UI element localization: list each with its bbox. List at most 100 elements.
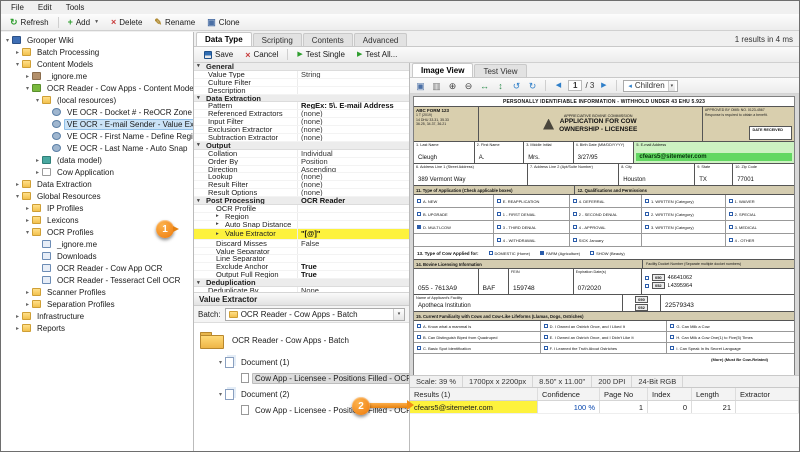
property-row-exclusion-extractor[interactable]: Exclusion Extractor(none)	[194, 126, 409, 134]
tree-expander[interactable]: ▾	[23, 85, 32, 92]
tab-test-view[interactable]: Test View	[474, 64, 526, 77]
property-value[interactable]: (none)	[298, 181, 409, 188]
cancel-button[interactable]: ×Cancel	[239, 49, 284, 60]
tab-image-view[interactable]: Image View	[412, 63, 473, 77]
property-value[interactable]: (none)	[298, 134, 409, 141]
tab-contents[interactable]: Contents	[303, 33, 353, 46]
property-row-value-separator[interactable]: Value Separator	[194, 248, 409, 256]
property-value[interactable]: Individual	[298, 150, 409, 157]
zoom-in-icon[interactable]: ⊕	[446, 80, 459, 92]
column-header-confidence[interactable]: Confidence	[538, 388, 600, 400]
tree-item-scanner-profiles[interactable]: ▸Scanner Profiles	[1, 286, 193, 298]
test-single-button[interactable]: ▶Test Single	[291, 49, 351, 60]
property-value[interactable]	[298, 79, 409, 86]
property-row-line-separator[interactable]: Line Separator	[194, 255, 409, 263]
rotate-right-icon[interactable]: ↻	[526, 80, 539, 92]
property-value[interactable]: Ascending	[298, 166, 409, 173]
property-row-ocr-profile[interactable]: OCR Profile	[194, 205, 409, 213]
tree-item-ignore-me[interactable]: ▸_ignore.me	[1, 70, 193, 82]
property-row-direction[interactable]: DirectionAscending	[194, 166, 409, 174]
tree-item-ve-ocr-e-mail-sender-value-extractor[interactable]: VE OCR - E-mail Sender - Value Extractor	[1, 118, 193, 130]
fit-width-icon[interactable]: ↔	[478, 80, 491, 92]
tree-expander[interactable]: ▾	[3, 37, 12, 44]
tree-expander[interactable]: ▾	[13, 193, 22, 200]
batch-tree-item-document-2[interactable]: ▾Document (2)	[200, 385, 409, 403]
property-value[interactable]: Position	[298, 158, 409, 165]
property-row-exclude-anchor[interactable]: Exclude AnchorTrue	[194, 263, 409, 271]
property-row-input-filter[interactable]: Input Filter(none)	[194, 118, 409, 126]
property-value[interactable]	[298, 87, 409, 94]
property-row-pattern[interactable]: PatternRegEx: 5\. E-mail Address	[194, 102, 409, 110]
property-row-subtraction-extractor[interactable]: Subtraction Extractor(none)	[194, 134, 409, 142]
tree-expander[interactable]: ▸	[13, 49, 22, 56]
column-header-index[interactable]: Index	[648, 388, 692, 400]
menu-item-file[interactable]: File	[4, 2, 31, 13]
property-value[interactable]	[298, 205, 409, 212]
tree-expander[interactable]: ▸	[33, 169, 42, 176]
next-page-button[interactable]: ▶	[597, 80, 610, 92]
property-row-auto-snap-distance[interactable]: ▸Auto Snap Distance	[194, 221, 409, 229]
property-category-post-processing[interactable]: ▾Post ProcessingOCR Reader	[194, 197, 409, 205]
rename-button[interactable]: ✎Rename	[148, 17, 201, 28]
prev-child-icon[interactable]: ◂	[628, 82, 632, 90]
tree-expander[interactable]: ▾	[33, 97, 42, 104]
tree-item-ve-ocr-first-name-define-region[interactable]: VE OCR - First Name - Define Region	[1, 130, 193, 142]
property-value[interactable]	[298, 255, 409, 262]
property-category-general[interactable]: ▾General	[194, 63, 409, 71]
tree-expander[interactable]: ▸	[13, 325, 22, 332]
property-value[interactable]: (none)	[298, 110, 409, 117]
tree-item-data-model[interactable]: ▸(data model)	[1, 154, 193, 166]
tree-item-data-extraction[interactable]: ▸Data Extraction	[1, 178, 193, 190]
tree-expander[interactable]: ▾	[216, 391, 225, 398]
property-row-result-options[interactable]: Result Options(none)	[194, 189, 409, 197]
property-value[interactable]: (none)	[298, 173, 409, 180]
column-header-extractor[interactable]: Extractor	[736, 388, 799, 400]
tree-item-ignore-me[interactable]: _ignore.me	[1, 238, 193, 250]
document-viewport[interactable]: PERSONALLY IDENTIFIABLE INFORMATION - WI…	[410, 94, 799, 375]
tree-item-cow-application[interactable]: ▸Cow Application	[1, 166, 193, 178]
property-value[interactable]: True	[298, 271, 409, 278]
property-row-result-filter[interactable]: Result Filter(none)	[194, 181, 409, 189]
tree-item-infrastructure[interactable]: ▸Infrastructure	[1, 310, 193, 322]
property-row-order-by[interactable]: Order ByPosition	[194, 158, 409, 166]
property-value[interactable]	[298, 221, 409, 228]
tree-expander[interactable]: ▸	[23, 73, 32, 80]
tree-expander[interactable]: ▸	[23, 205, 32, 212]
tree-item-downloads[interactable]: Downloads	[1, 250, 193, 262]
batch-tree-item-cow-app-licensee-positions-filled-ocra-pdf[interactable]: Cow App - Licensee - Positions Filled - …	[200, 371, 409, 385]
property-value[interactable]: (none)	[298, 118, 409, 125]
property-row-value-extractor[interactable]: ▸Value Extractor"[@]"	[194, 229, 409, 240]
test-all-button[interactable]: ▶Test All...	[351, 49, 403, 60]
tree-expander[interactable]: ▾	[13, 61, 22, 68]
property-row-referenced-extractors[interactable]: Referenced Extractors(none)	[194, 110, 409, 118]
tree-item-ocr-reader-cow-apps-content-model[interactable]: ▾OCR Reader - Cow Apps - Content Model	[1, 82, 193, 94]
previous-page-button[interactable]: ◀	[552, 80, 565, 92]
tree-item-ve-ocr-docket-reocr-zone[interactable]: VE OCR - Docket # - ReOCR Zone	[1, 106, 193, 118]
tab-advanced[interactable]: Advanced	[354, 33, 408, 46]
save-image-icon[interactable]: ▣	[414, 80, 427, 92]
property-row-value-type[interactable]: Value TypeString	[194, 71, 409, 79]
property-value[interactable]: False	[298, 240, 409, 247]
tree-expander[interactable]: ▾	[23, 229, 32, 236]
tree-item-ip-profiles[interactable]: ▸IP Profiles	[1, 202, 193, 214]
rotate-left-icon[interactable]: ↺	[510, 80, 523, 92]
column-header-page-no[interactable]: Page No	[600, 388, 648, 400]
batch-tree-item-ocr-reader-cow-apps-batch[interactable]: OCR Reader - Cow Apps - Batch	[200, 327, 409, 353]
tree-expander[interactable]: ▸	[33, 157, 42, 164]
property-row-collation[interactable]: CollationIndividual	[194, 150, 409, 158]
batch-selector[interactable]: OCR Reader - Cow Apps - Batch ▾	[225, 308, 405, 321]
children-selector[interactable]: ◂Children▾	[623, 80, 678, 92]
tree-item-separation-profiles[interactable]: ▸Separation Profiles	[1, 298, 193, 310]
chevron-down-icon[interactable]: ▾	[393, 309, 404, 320]
column-header-length[interactable]: Length	[692, 388, 736, 400]
tree-item-grooper-wiki[interactable]: ▾Grooper Wiki	[1, 34, 193, 46]
property-row-culture-filter[interactable]: Culture Filter	[194, 79, 409, 87]
property-category-output[interactable]: ▾Output	[194, 142, 409, 150]
tree-expander[interactable]: ▸	[13, 313, 22, 320]
copy-image-icon[interactable]: ▥	[430, 80, 443, 92]
property-value[interactable]: (none)	[298, 126, 409, 133]
property-value[interactable]	[298, 248, 409, 255]
menu-item-edit[interactable]: Edit	[31, 2, 59, 13]
page-number-input[interactable]: 1	[568, 80, 582, 91]
delete-button[interactable]: ×Delete	[105, 17, 148, 28]
